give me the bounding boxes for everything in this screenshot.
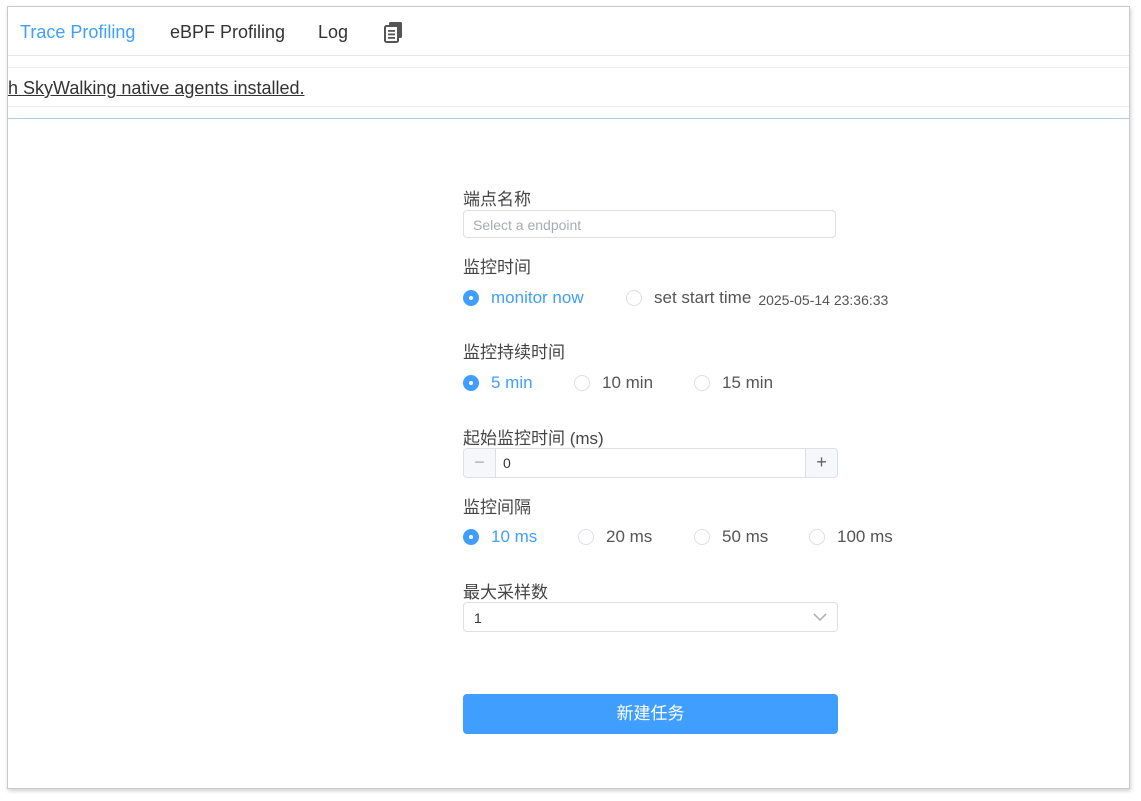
radio-label: 5 min [491, 373, 533, 392]
min-threshold-label: 起始监控时间 (ms) [463, 429, 604, 448]
tab-ebpf-profiling[interactable]: eBPF Profiling [170, 22, 285, 43]
max-samples-value: 1 [474, 610, 482, 626]
radio-circle [463, 290, 479, 306]
radio-label: 10 min [602, 373, 654, 392]
radio-20-ms[interactable]: 20 ms [578, 527, 652, 547]
radio-circle [574, 375, 590, 391]
radio-label: 15 min [722, 373, 774, 392]
monitor-time-label: 监控时间 [463, 258, 531, 277]
radio-15-min[interactable]: 15 min [694, 373, 773, 393]
profiling-panel: Trace Profiling eBPF Profiling Log h Sky… [7, 6, 1130, 789]
radio-50-ms[interactable]: 50 ms [694, 527, 768, 547]
radio-circle [463, 529, 479, 545]
radio-circle [626, 290, 642, 306]
radio-10-min[interactable]: 10 min [574, 373, 653, 393]
radio-circle [694, 529, 710, 545]
duration-label: 监控持续时间 [463, 343, 565, 362]
divider [8, 118, 1129, 119]
radio-label: monitor now [491, 288, 584, 307]
tab-bar: Trace Profiling eBPF Profiling Log [8, 7, 1129, 56]
radio-set-start-time[interactable]: set start time 2025-05-14 23:36:33 [626, 288, 888, 308]
decrement-button[interactable]: − [464, 449, 496, 477]
max-samples-label: 最大采样数 [463, 583, 548, 602]
increment-button[interactable]: + [805, 449, 837, 477]
radio-label: 10 ms [491, 527, 538, 546]
chevron-down-icon [813, 613, 827, 622]
endpoint-label: 端点名称 [463, 190, 531, 209]
radio-label: set start time [654, 288, 752, 307]
radio-label: 100 ms [837, 527, 893, 546]
create-task-button[interactable]: 新建任务 [463, 694, 838, 734]
radio-10-ms[interactable]: 10 ms [463, 527, 537, 547]
max-samples-select[interactable]: 1 [463, 602, 838, 632]
radio-circle [694, 375, 710, 391]
radio-label: 20 ms [606, 527, 653, 546]
notice-link[interactable]: h SkyWalking native agents installed. [8, 78, 305, 99]
radio-monitor-now[interactable]: monitor now [463, 288, 584, 308]
radio-label: 50 ms [722, 527, 769, 546]
radio-circle [463, 375, 479, 391]
min-threshold-stepper: − 0 + [463, 448, 838, 478]
tab-log[interactable]: Log [318, 22, 348, 43]
interval-label: 监控间隔 [463, 498, 531, 517]
radio-100-ms[interactable]: 100 ms [809, 527, 893, 547]
tab-trace-profiling[interactable]: Trace Profiling [20, 22, 135, 43]
radio-circle [809, 529, 825, 545]
start-time-value: 2025-05-14 23:36:33 [758, 292, 889, 308]
copy-document-icon[interactable] [384, 21, 404, 43]
min-threshold-input[interactable]: 0 [503, 455, 511, 471]
radio-5-min[interactable]: 5 min [463, 373, 533, 393]
radio-circle [578, 529, 594, 545]
endpoint-select[interactable]: Select a endpoint [463, 210, 836, 238]
notice-bar: h SkyWalking native agents installed. [8, 67, 1129, 107]
